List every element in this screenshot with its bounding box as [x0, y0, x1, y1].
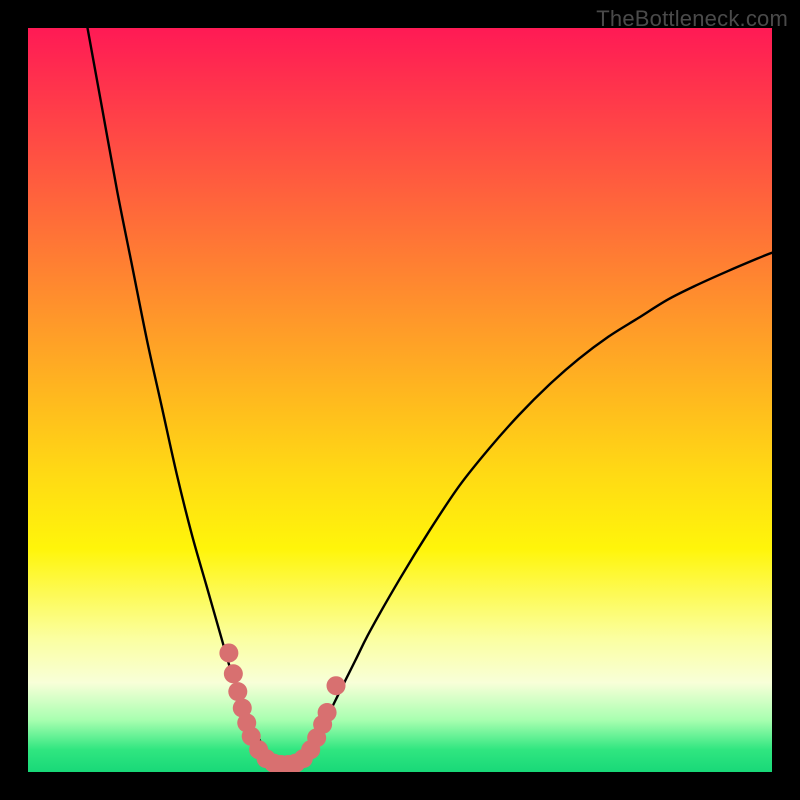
- plot-area: [28, 28, 772, 772]
- marker-group: [219, 643, 345, 772]
- curve-layer: [28, 28, 772, 772]
- marker-point: [318, 703, 337, 722]
- marker-point: [224, 664, 243, 683]
- watermark-text: TheBottleneck.com: [596, 6, 788, 32]
- curve-right: [288, 253, 772, 766]
- curve-left: [88, 28, 289, 766]
- marker-point: [219, 643, 238, 662]
- marker-point: [228, 682, 247, 701]
- marker-point: [327, 676, 346, 695]
- chart-frame: TheBottleneck.com: [0, 0, 800, 800]
